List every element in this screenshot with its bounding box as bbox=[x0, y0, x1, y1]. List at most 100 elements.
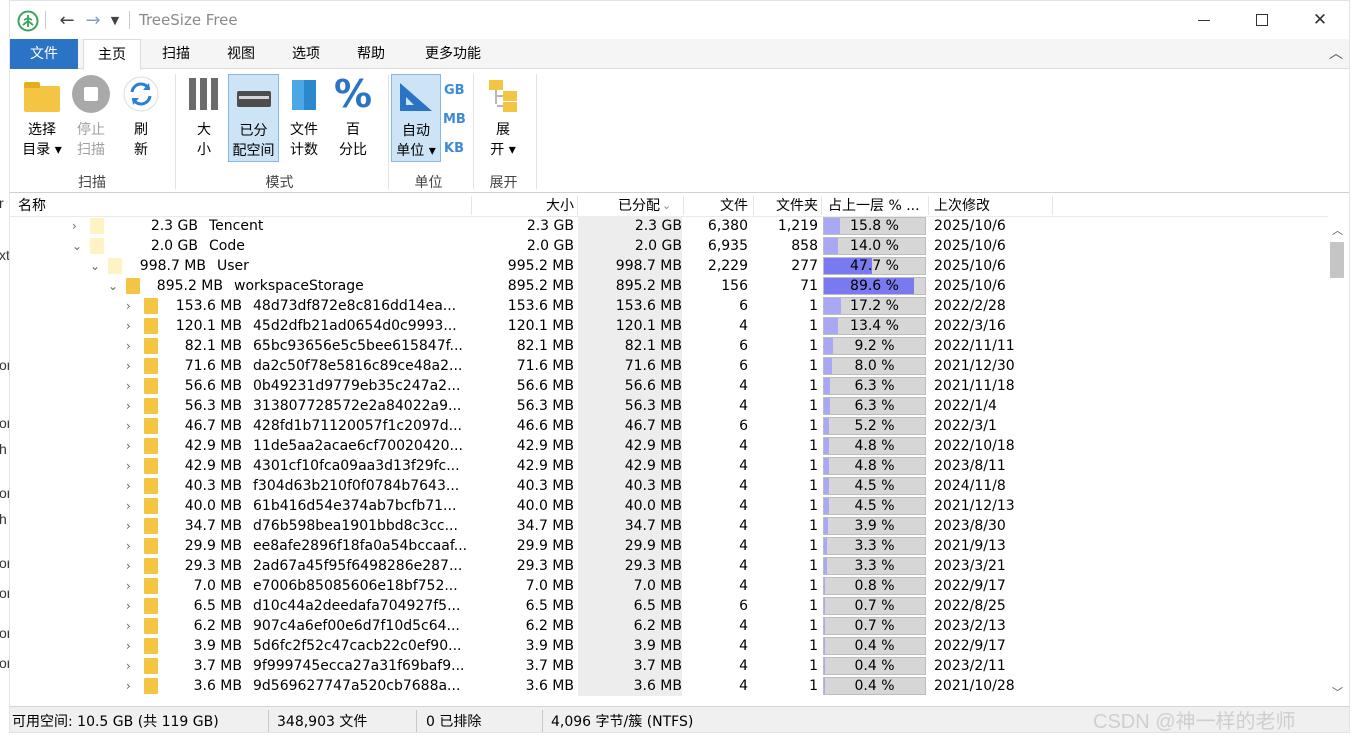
table-row[interactable]: › 3.6 MB 9d569627747a520cb7688a... 3.6 MB 3.… bbox=[10, 676, 1328, 696]
column-header-last-modified[interactable]: 上次修改 bbox=[934, 194, 990, 217]
expand-chevron-icon[interactable]: › bbox=[126, 636, 131, 656]
select-directory-button[interactable]: 选择 目录 ▾ bbox=[18, 74, 66, 162]
table-row[interactable]: › 29.3 MB 2ad67a45f95f6498286e287... 29.3 M… bbox=[10, 556, 1328, 576]
expand-chevron-icon[interactable]: › bbox=[126, 436, 131, 456]
table-row[interactable]: › 71.6 MB da2c50f78e5816c89ce48a2... 71.6 M… bbox=[10, 356, 1328, 376]
table-row[interactable]: › 82.1 MB 65bc93656e5c5bee615847f... 82.1 M… bbox=[10, 336, 1328, 356]
unit-mb-button[interactable]: MB bbox=[443, 112, 466, 127]
expand-chevron-icon[interactable]: › bbox=[126, 296, 131, 316]
table-row[interactable]: ⌄ 895.2 MB workspaceStorage 895.2 MB 895.2 M… bbox=[10, 276, 1328, 296]
row-folder-name: f304d63b210f0f0784b7643... bbox=[253, 478, 460, 494]
table-row[interactable]: › 42.9 MB 11de5aa2acae6cf70020420... 42.9 M… bbox=[10, 436, 1328, 456]
back-arrow-icon[interactable]: ← bbox=[56, 10, 78, 31]
table-row[interactable]: › 3.9 MB 5d6fc2f52c47cacb22c0ef90... 3.9 MB… bbox=[10, 636, 1328, 656]
unit-kb-button[interactable]: KB bbox=[444, 141, 464, 156]
table-row[interactable]: ⌄ 2.0 GB Code 2.0 GB 2.0 GB 6,935 858 14.0 % 202… bbox=[10, 236, 1328, 256]
tab-help[interactable]: 帮助 bbox=[345, 39, 397, 69]
tab-scan[interactable]: 扫描 bbox=[150, 39, 202, 69]
collapse-chevron-icon[interactable]: ⌄ bbox=[90, 256, 100, 276]
scroll-down-icon[interactable]: ﹀ bbox=[1332, 684, 1343, 700]
expand-chevron-icon[interactable]: › bbox=[126, 316, 131, 336]
stop-scan-button[interactable]: 停止 扫描 bbox=[68, 74, 114, 162]
table-row[interactable]: › 56.6 MB 0b49231d9779eb35c247a2... 56.6 MB… bbox=[10, 376, 1328, 396]
expand-chevron-icon[interactable]: › bbox=[126, 456, 131, 476]
title-separator bbox=[45, 11, 46, 29]
expand-chevron-icon[interactable]: › bbox=[126, 336, 131, 356]
minimize-button[interactable] bbox=[1175, 1, 1233, 39]
tab-more-features[interactable]: 更多功能 bbox=[413, 39, 493, 69]
desktop-text-fragment: r bbox=[0, 195, 4, 211]
cell-alloc: 71.6 MB bbox=[624, 358, 682, 374]
table-row[interactable]: › 3.7 MB 9f999745ecca27a31f69baf9... 3.7 MB… bbox=[10, 656, 1328, 676]
collapse-chevron-icon[interactable]: ⌄ bbox=[72, 236, 82, 256]
maximize-button[interactable] bbox=[1233, 1, 1291, 39]
expand-chevron-icon[interactable]: › bbox=[126, 656, 131, 676]
column-separator[interactable] bbox=[1052, 196, 1053, 215]
expand-chevron-icon[interactable]: › bbox=[126, 676, 131, 696]
refresh-button[interactable]: 刷 新 bbox=[118, 74, 164, 162]
tab-view[interactable]: 视图 bbox=[215, 39, 267, 69]
table-row[interactable]: › 34.7 MB d76b598bea1901bbd8c3cc... 34.7 MB… bbox=[10, 516, 1328, 536]
percent-bar: 4.5 % bbox=[823, 477, 926, 495]
vertical-scrollbar[interactable]: ︿ ﹀ bbox=[1328, 216, 1346, 704]
column-header-allocated[interactable]: 已分配 bbox=[578, 194, 660, 217]
close-button[interactable]: ✕ bbox=[1291, 1, 1349, 39]
expand-chevron-icon[interactable]: › bbox=[126, 596, 131, 616]
table-row[interactable]: › 6.2 MB 907c4a6ef00e6d7f10d5c64... 6.2 MB 6… bbox=[10, 616, 1328, 636]
auto-unit-button[interactable]: 自动 单位 ▾ bbox=[391, 74, 441, 162]
expand-chevron-icon[interactable]: › bbox=[126, 536, 131, 556]
percent-mode-button[interactable]: % 百 分比 bbox=[331, 74, 375, 162]
expand-chevron-icon[interactable]: › bbox=[126, 556, 131, 576]
column-separator[interactable] bbox=[928, 196, 929, 215]
column-header-name[interactable]: 名称 bbox=[18, 194, 46, 217]
expand-chevron-icon[interactable]: › bbox=[126, 356, 131, 376]
collapse-ribbon-icon[interactable]: ︿ bbox=[1324, 39, 1348, 69]
cell-folders: 1 bbox=[809, 318, 818, 334]
scroll-up-icon[interactable]: ︿ bbox=[1332, 222, 1343, 238]
collapse-chevron-icon[interactable]: ⌄ bbox=[108, 276, 118, 296]
table-row[interactable]: › 6.5 MB d10c44a2deedafa704927f5... 6.5 MB 6… bbox=[10, 596, 1328, 616]
column-header-size[interactable]: 大小 bbox=[472, 194, 574, 217]
size-mode-button[interactable]: 大 小 bbox=[182, 74, 226, 162]
table-row[interactable]: › 56.3 MB 313807728572e2a84022a9... 56.3 MB… bbox=[10, 396, 1328, 416]
file-count-mode-button[interactable]: 文件 计数 bbox=[282, 74, 326, 162]
column-separator[interactable] bbox=[821, 196, 822, 215]
menu-file[interactable]: 文件 bbox=[10, 39, 78, 69]
cell-size: 40.0 MB bbox=[516, 498, 574, 514]
forward-arrow-icon[interactable]: → bbox=[82, 10, 104, 31]
expand-chevron-icon[interactable]: › bbox=[126, 416, 131, 436]
column-header-percent-parent[interactable]: 占上一层 % ... bbox=[828, 194, 928, 217]
percent-label: 9.2 % bbox=[854, 338, 895, 354]
cell-files: 4 bbox=[739, 398, 748, 414]
expand-chevron-icon[interactable]: › bbox=[126, 576, 131, 596]
tab-options[interactable]: 选项 bbox=[280, 39, 332, 69]
expand-chevron-icon[interactable]: › bbox=[126, 516, 131, 536]
table-row[interactable]: › 46.7 MB 428fd1b71120057f1c2097d... 46.6 M… bbox=[10, 416, 1328, 436]
table-row[interactable]: › 2.3 GB Tencent 2.3 GB 2.3 GB 6,380 1,219 15.8… bbox=[10, 216, 1328, 236]
table-row[interactable]: › 29.9 MB ee8afe2896f18fa0a54bccaaf... 29.9… bbox=[10, 536, 1328, 556]
table-row[interactable]: › 153.6 MB 48d73df872e8c816dd14ea... 153.6 … bbox=[10, 296, 1328, 316]
expand-button[interactable]: 展 开 ▾ bbox=[481, 74, 525, 162]
allocated-space-mode-button[interactable]: 已分 配空间 bbox=[228, 74, 279, 162]
expand-chevron-icon[interactable]: › bbox=[126, 476, 131, 496]
column-header-folders[interactable]: 文件夹 bbox=[754, 194, 818, 217]
table-row[interactable]: › 42.9 MB 4301cf10fca09aa3d13f29fc... 42.9 … bbox=[10, 456, 1328, 476]
expand-chevron-icon[interactable]: › bbox=[126, 496, 131, 516]
table-row[interactable]: › 7.0 MB e7006b85085606e18bf752... 7.0 MB 7.… bbox=[10, 576, 1328, 596]
column-header-files[interactable]: 文件 bbox=[684, 194, 748, 217]
expand-chevron-icon[interactable]: › bbox=[126, 396, 131, 416]
percent-bar: 0.4 % bbox=[823, 637, 926, 655]
expand-chevron-icon[interactable]: › bbox=[126, 376, 131, 396]
expand-chevron-icon[interactable]: › bbox=[126, 616, 131, 636]
table-row[interactable]: › 120.1 MB 45d2dfb21ad0654d0c9993... 120.1 … bbox=[10, 316, 1328, 336]
table-row[interactable]: ⌄ 998.7 MB User 995.2 MB 998.7 MB 2,229 277 47.… bbox=[10, 256, 1328, 276]
tab-home[interactable]: 主页 bbox=[83, 39, 141, 70]
table-row[interactable]: › 40.3 MB f304d63b210f0f0784b7643... 40.3 M… bbox=[10, 476, 1328, 496]
cell-last-modified: 2023/3/21 bbox=[934, 558, 1006, 574]
unit-gb-button[interactable]: GB bbox=[444, 83, 465, 98]
quick-access-dropdown-icon[interactable]: ▼ bbox=[108, 10, 122, 30]
table-row[interactable]: › 40.0 MB 61b416d54e374ab7bcfb71... 40.0 MB… bbox=[10, 496, 1328, 516]
scrollbar-thumb[interactable] bbox=[1330, 242, 1344, 278]
expand-chevron-icon[interactable]: › bbox=[72, 216, 77, 236]
app-logo-icon[interactable] bbox=[16, 9, 40, 33]
